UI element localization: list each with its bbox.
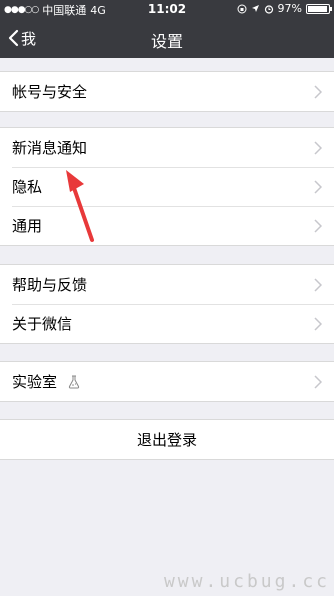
page-title: 设置 — [150, 32, 183, 51]
settings-item-privacy[interactable]: 隐私 — [0, 167, 334, 206]
battery-icon — [306, 3, 332, 14]
chevron-right-icon — [314, 180, 322, 194]
settings-item-label: 新消息通知 — [12, 139, 88, 157]
chevron-right-icon — [314, 219, 322, 233]
flask-icon — [67, 375, 81, 389]
status-right: 97% — [237, 2, 332, 15]
status-bar: ●●●○○ 中国联通 4G 11:02 97% — [0, 0, 334, 18]
settings-item-help-feedback[interactable]: 帮助与反馈 — [0, 265, 334, 304]
settings-item-label: 实验室 — [12, 373, 58, 391]
settings-item-label: 帐号与安全 — [12, 83, 88, 101]
annotation-arrow-icon — [66, 170, 94, 242]
battery-fill — [308, 5, 328, 12]
settings-item-label: 帮助与反馈 — [12, 276, 88, 294]
settings-item-account-security[interactable]: 帐号与安全 — [0, 72, 334, 111]
logout-button[interactable]: 退出登录 — [0, 420, 334, 459]
settings-item-label: 通用 — [12, 217, 43, 235]
settings-item-notifications[interactable]: 新消息通知 — [0, 128, 334, 167]
chevron-right-icon — [314, 278, 322, 292]
watermark: www.ucbug.cc — [163, 571, 330, 592]
settings-item-label: 隐私 — [12, 178, 43, 196]
settings-group-general: 新消息通知 隐私 通用 — [0, 127, 334, 246]
logout-group: 退出登录 — [0, 419, 334, 460]
settings-item-about-wechat[interactable]: 关于微信 — [0, 304, 334, 343]
chevron-right-icon — [314, 375, 322, 389]
settings-group-lab: 实验室 — [0, 361, 334, 402]
battery-percent: 97% — [277, 2, 302, 15]
settings-item-label: 关于微信 — [12, 315, 73, 333]
settings-item-general[interactable]: 通用 — [0, 206, 334, 245]
settings-item-lab[interactable]: 实验室 — [0, 362, 334, 401]
location-icon — [251, 5, 259, 12]
chevron-right-icon — [314, 317, 322, 331]
chevron-right-icon — [314, 85, 322, 99]
rotation-lock-icon — [237, 4, 247, 13]
settings-group-account: 帐号与安全 — [0, 71, 334, 112]
logout-label: 退出登录 — [136, 431, 197, 449]
nav-bar: 我 设置 — [0, 18, 334, 58]
alarm-icon — [264, 4, 273, 14]
chevron-right-icon — [314, 141, 322, 155]
settings-group-help: 帮助与反馈 关于微信 — [0, 264, 334, 344]
